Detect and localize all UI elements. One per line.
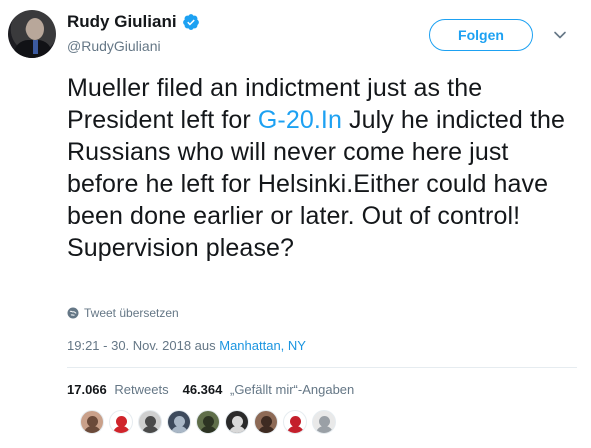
profile-avatar[interactable]	[8, 10, 56, 58]
tweet-time[interactable]: 19:21 - 30. Nov. 2018 aus	[67, 338, 219, 353]
likes-stat[interactable]: 46.364 „Gefällt mir“-Angaben	[183, 382, 355, 397]
verified-badge-icon	[182, 14, 199, 30]
liker-avatar-body	[287, 426, 304, 433]
likes-label: „Gefällt mir“-Angaben	[229, 382, 355, 397]
translate-label: Tweet übersetzen	[84, 306, 179, 320]
tweet-link[interactable]: G-20.In	[258, 106, 342, 134]
liker-avatar-2[interactable]	[109, 410, 133, 434]
tweet-card: Rudy Giuliani @RudyGiuliani Folgen Muell…	[0, 0, 591, 448]
liker-avatar-body	[84, 426, 101, 433]
liker-avatar-3[interactable]	[138, 410, 162, 434]
liker-avatar-5[interactable]	[196, 410, 220, 434]
liker-avatar-4[interactable]	[167, 410, 191, 434]
liker-avatar-body	[171, 426, 188, 433]
liker-avatar-body	[200, 426, 217, 433]
tweet-text: Mueller filed an indictment just as the …	[67, 72, 567, 264]
retweets-label: Retweets	[114, 382, 169, 397]
liker-avatar-9[interactable]	[312, 410, 336, 434]
retweets-count: 17.066	[67, 382, 107, 397]
tweet-timestamp: 19:21 - 30. Nov. 2018 aus Manhattan, NY	[67, 338, 306, 353]
display-name[interactable]: Rudy Giuliani	[67, 12, 177, 32]
liker-avatar-8[interactable]	[283, 410, 307, 434]
liker-avatar-body	[142, 426, 159, 433]
tweet-stats: 17.066 Retweets 46.364 „Gefällt mir“-Ang…	[67, 382, 368, 397]
tweet-location[interactable]: Manhattan, NY	[219, 338, 306, 353]
chevron-down-icon[interactable]	[553, 28, 567, 42]
avatar-tie	[33, 40, 38, 54]
liker-avatar-body	[258, 426, 275, 433]
stats-divider-top	[67, 367, 577, 368]
user-handle[interactable]: @RudyGiuliani	[67, 38, 161, 54]
translate-link[interactable]: Tweet übersetzen	[67, 306, 179, 320]
liker-avatar-7[interactable]	[254, 410, 278, 434]
likes-count: 46.364	[182, 382, 223, 397]
liker-avatar-6[interactable]	[225, 410, 249, 434]
liker-avatar-body	[113, 426, 130, 433]
retweets-stat[interactable]: 17.066 Retweets	[67, 382, 169, 397]
name-row: Rudy Giuliani	[67, 12, 200, 32]
globe-icon	[67, 307, 79, 319]
follow-button[interactable]: Folgen	[429, 19, 533, 51]
liker-avatar-1[interactable]	[80, 410, 104, 434]
liker-avatars	[80, 410, 341, 434]
liker-avatar-body	[229, 426, 246, 433]
liker-avatar-body	[316, 426, 333, 433]
avatar-face	[26, 18, 44, 40]
